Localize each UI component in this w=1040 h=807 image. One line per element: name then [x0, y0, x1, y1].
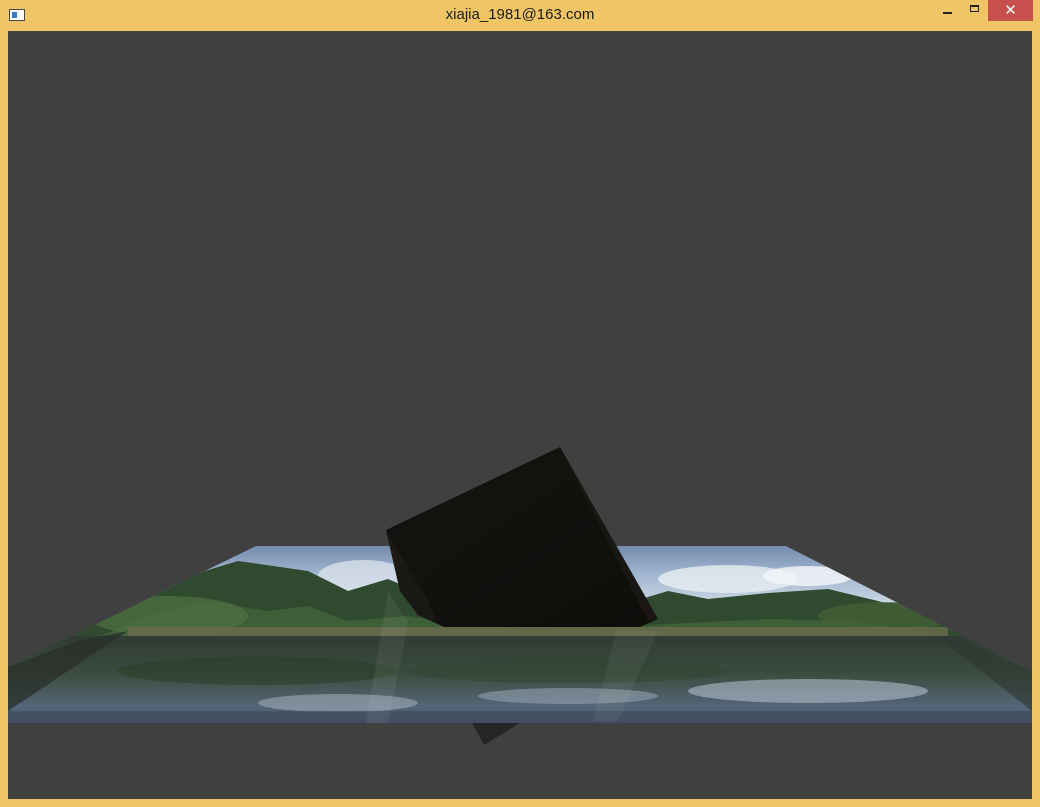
window-title: xiajia_1981@163.com [445, 6, 595, 23]
cube-corner-below-plane [472, 723, 520, 745]
close-icon: ✕ [1004, 1, 1017, 19]
minimize-button[interactable] [934, 0, 961, 21]
maximize-icon [970, 5, 979, 12]
title-bar[interactable]: xiajia_1981@163.com ✕ [0, 0, 1040, 31]
maximize-button[interactable] [961, 0, 988, 21]
dark-cube [386, 447, 658, 627]
application-window: xiajia_1981@163.com ✕ [0, 0, 1040, 807]
scene-canvas [8, 447, 1032, 745]
render-viewport[interactable] [8, 31, 1032, 799]
minimize-icon [943, 11, 952, 14]
close-button[interactable]: ✕ [988, 0, 1033, 21]
